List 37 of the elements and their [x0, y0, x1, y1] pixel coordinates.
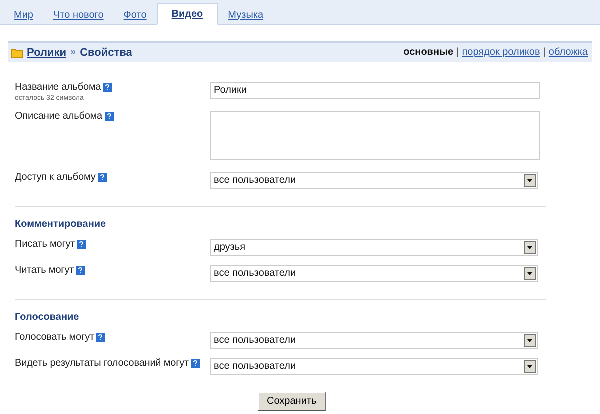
view-link[interactable]: порядок роликов — [462, 47, 540, 58]
tab[interactable]: Видео — [156, 3, 218, 25]
field-label: Голосовать могут — [15, 332, 94, 343]
link-separator: | — [543, 47, 546, 58]
view-link[interactable]: основные — [404, 47, 454, 58]
help-icon[interactable] — [96, 333, 106, 342]
breadcrumb-separator: » — [70, 47, 76, 58]
field-label: Доступ к альбому — [15, 172, 96, 183]
help-icon[interactable] — [98, 173, 107, 182]
folder-icon — [11, 48, 23, 58]
help-icon[interactable] — [76, 266, 86, 275]
help-icon[interactable] — [191, 359, 200, 368]
field-label: Писать могут — [15, 239, 76, 250]
text-field[interactable]: Ролики — [210, 82, 540, 99]
help-icon[interactable] — [77, 240, 86, 249]
field-label: Описание альбома — [15, 111, 103, 122]
section-title: Комментирование — [15, 219, 108, 230]
view-link[interactable]: обложка — [548, 47, 588, 58]
tab[interactable]: Фото — [114, 6, 157, 24]
field-label: Видеть результаты голосований могут — [15, 358, 190, 369]
dropdown[interactable]: все пользователи — [210, 172, 538, 189]
dropdown[interactable]: друзья — [210, 239, 538, 256]
help-icon[interactable] — [104, 112, 114, 121]
section-title: Голосование — [15, 312, 80, 323]
save-button[interactable]: Сохранить — [258, 392, 326, 411]
tab[interactable]: Что нового — [43, 6, 114, 24]
tab[interactable]: Музыка — [218, 6, 274, 24]
field-label: Читать могут — [15, 265, 74, 276]
link-separator: | — [456, 47, 460, 58]
field-label: Название альбома — [15, 82, 102, 93]
breadcrumb-current: Свойства — [80, 46, 132, 58]
tab[interactable]: Мир — [4, 6, 44, 24]
dropdown[interactable]: все пользователи — [210, 265, 538, 282]
dropdown[interactable]: все пользователи — [210, 358, 538, 375]
help-icon[interactable] — [103, 83, 112, 92]
breadcrumb-link[interactable]: Ролики — [27, 46, 67, 58]
dropdown[interactable]: все пользователи — [210, 332, 538, 349]
